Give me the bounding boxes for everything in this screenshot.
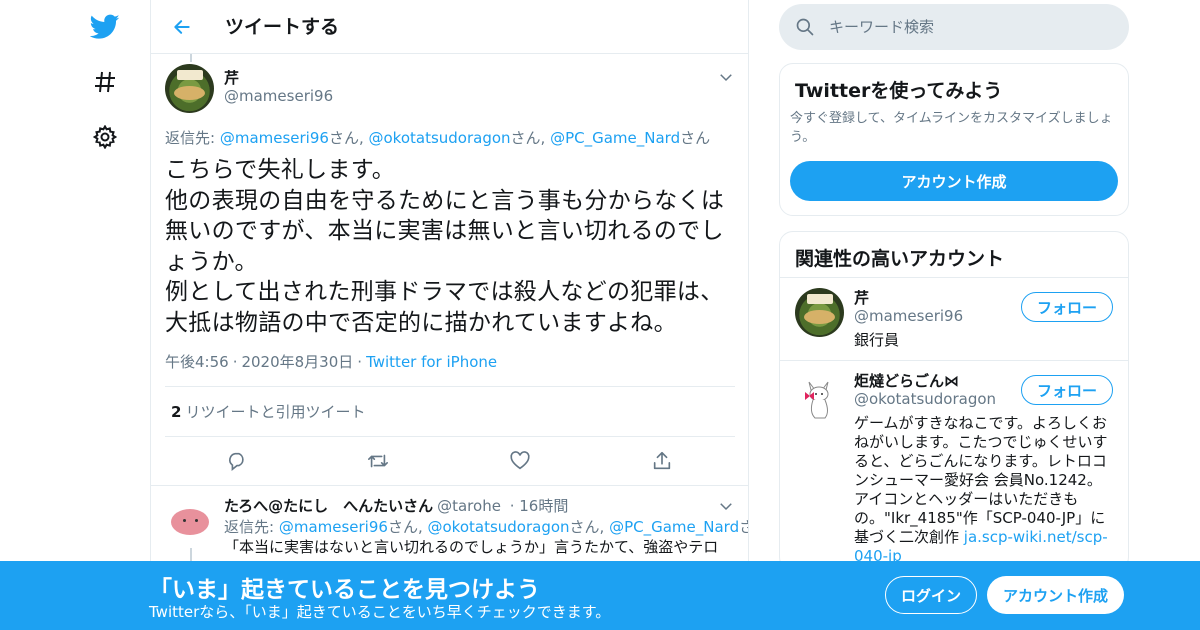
reply-to-link[interactable]: @okotatsudoragon xyxy=(427,518,569,536)
reply-to-suffix: さん, xyxy=(569,518,610,536)
banner-subtitle: Twitterなら、「いま」起きていることをいち早くチェックできます。 xyxy=(149,603,611,621)
search-icon xyxy=(795,17,815,37)
retweet-stat[interactable]: 2 リツイートと引用ツイート xyxy=(171,401,365,422)
gear-icon[interactable] xyxy=(90,122,120,152)
avatar[interactable] xyxy=(795,288,844,337)
reply-to-prefix: 返信先: xyxy=(224,518,279,536)
related-account-name[interactable]: 芹 xyxy=(854,287,869,308)
reply-author-handle[interactable]: @tarohe xyxy=(437,497,501,515)
avatar[interactable] xyxy=(167,497,213,543)
divider xyxy=(151,485,748,486)
related-account-bio-text: ゲームがすきなねこです。よろしくおねがいします。こたつでじゅくせいすると、どらご… xyxy=(854,414,1108,546)
divider xyxy=(780,277,1128,278)
cat-avatar-icon xyxy=(805,381,829,419)
reply-to-link[interactable]: @mameseri96 xyxy=(279,518,388,536)
related-account-bio: ゲームがすきなねこです。よろしくおねがいします。こたつでじゅくせいすると、どらご… xyxy=(854,414,1114,566)
tweet-author-handle[interactable]: @mameseri96 xyxy=(224,87,333,105)
left-nav xyxy=(0,0,150,630)
login-button[interactable]: ログイン xyxy=(885,576,977,614)
reply-author-name[interactable]: たろへ@たにし へんたいさん xyxy=(224,497,433,515)
main-column: ツイートする 芹 @mameseri96 返信先: @mameseri96さん,… xyxy=(150,0,749,630)
page-header: ツイートする xyxy=(151,0,748,54)
search-input[interactable] xyxy=(829,4,1109,50)
reply-to-suffix: さん, xyxy=(328,129,369,147)
reply-to-suffix: さん, xyxy=(510,129,551,147)
hashtag-icon[interactable] xyxy=(90,67,120,97)
create-account-button[interactable]: アカウント作成 xyxy=(790,161,1118,201)
share-icon[interactable] xyxy=(650,449,674,473)
signup-card-description: 今すぐ登録して、タイムラインをカスタマイズしましょう。 xyxy=(790,111,1113,145)
chevron-down-icon[interactable] xyxy=(717,497,735,515)
avatar[interactable] xyxy=(795,372,844,421)
reply-to-suffix: さん xyxy=(680,129,711,147)
reply-header: たろへ@たにし へんたいさん @tarohe · 16時間 xyxy=(224,497,569,515)
reply-to-suffix: さん xyxy=(739,518,748,536)
page-title: ツイートする xyxy=(225,16,340,38)
tweet-text: こちらで失礼します。 他の表現の自由を守るためにと言う事も分からなくは無いのです… xyxy=(165,157,725,336)
signup-card: Twitterを使ってみよう 今すぐ登録して、タイムラインをカスタマイズしましょ… xyxy=(779,63,1129,216)
chevron-down-icon[interactable] xyxy=(717,68,735,86)
reply-to-link[interactable]: @PC_Game_Nard xyxy=(609,518,739,536)
follow-button[interactable]: フォロー xyxy=(1021,375,1113,405)
reply-time[interactable]: 16時間 xyxy=(519,497,568,515)
divider xyxy=(780,360,1128,361)
back-button[interactable] xyxy=(169,14,195,40)
related-accounts-title: 関連性の高いアカウント xyxy=(795,248,1005,270)
tweet-author-name[interactable]: 芹 xyxy=(224,67,239,88)
divider xyxy=(165,386,735,387)
related-account-handle[interactable]: @mameseri96 xyxy=(854,307,963,325)
retweet-label: リツイートと引用ツイート xyxy=(185,403,366,421)
reply-to-line: 返信先: @mameseri96さん, @okotatsudoragonさん, … xyxy=(224,516,748,537)
reply-to-link[interactable]: @okotatsudoragon xyxy=(368,129,510,147)
related-accounts-card: 関連性の高いアカウント 芹 @mameseri96 銀行員 フォロー 炬燵どらご… xyxy=(779,231,1129,571)
retweet-icon[interactable] xyxy=(366,449,390,473)
reply-icon[interactable] xyxy=(225,449,249,473)
signup-banner: 「いま」起きていることを見つけよう Twitterなら、「いま」起きていることを… xyxy=(0,561,1200,630)
retweet-count: 2 xyxy=(171,403,182,421)
reply-to-line: 返信先: @mameseri96さん, @okotatsudoragonさん, … xyxy=(165,127,710,148)
thread-line xyxy=(190,54,192,62)
back-arrow-icon xyxy=(174,20,190,34)
related-account-name[interactable]: 炬燵どらごん⋈ xyxy=(854,370,959,391)
reply-text: 「本当に実害はないと言い切れるのでしょうか」言うたかて、強盗やテロ xyxy=(224,538,719,556)
tweet-date[interactable]: 2020年8月30日 xyxy=(241,353,353,371)
related-account-bio: 銀行員 xyxy=(854,331,900,349)
tweet-source-link[interactable]: Twitter for iPhone xyxy=(366,353,497,371)
thread-line xyxy=(190,548,192,562)
heart-icon[interactable] xyxy=(508,449,532,473)
divider xyxy=(165,436,735,437)
reply-to-suffix: さん, xyxy=(387,518,428,536)
reply-to-link[interactable]: @PC_Game_Nard xyxy=(550,129,680,147)
search-box[interactable] xyxy=(779,4,1129,50)
banner-title: 「いま」起きていることを見つけよう xyxy=(149,577,540,603)
reply-to-prefix: 返信先: xyxy=(165,129,220,147)
create-account-button[interactable]: アカウント作成 xyxy=(987,576,1124,614)
twitter-bird-icon[interactable] xyxy=(90,12,120,42)
avatar[interactable] xyxy=(165,64,214,113)
follow-button[interactable]: フォロー xyxy=(1021,292,1113,322)
signup-card-title: Twitterを使ってみよう xyxy=(795,80,1003,102)
reply-to-link[interactable]: @mameseri96 xyxy=(220,129,329,147)
tweet-time[interactable]: 午後4:56 xyxy=(165,353,229,371)
related-account-handle[interactable]: @okotatsudoragon xyxy=(854,390,996,408)
tweet-meta: 午後4:56 · 2020年8月30日 · Twitter for iPhone xyxy=(165,353,498,371)
